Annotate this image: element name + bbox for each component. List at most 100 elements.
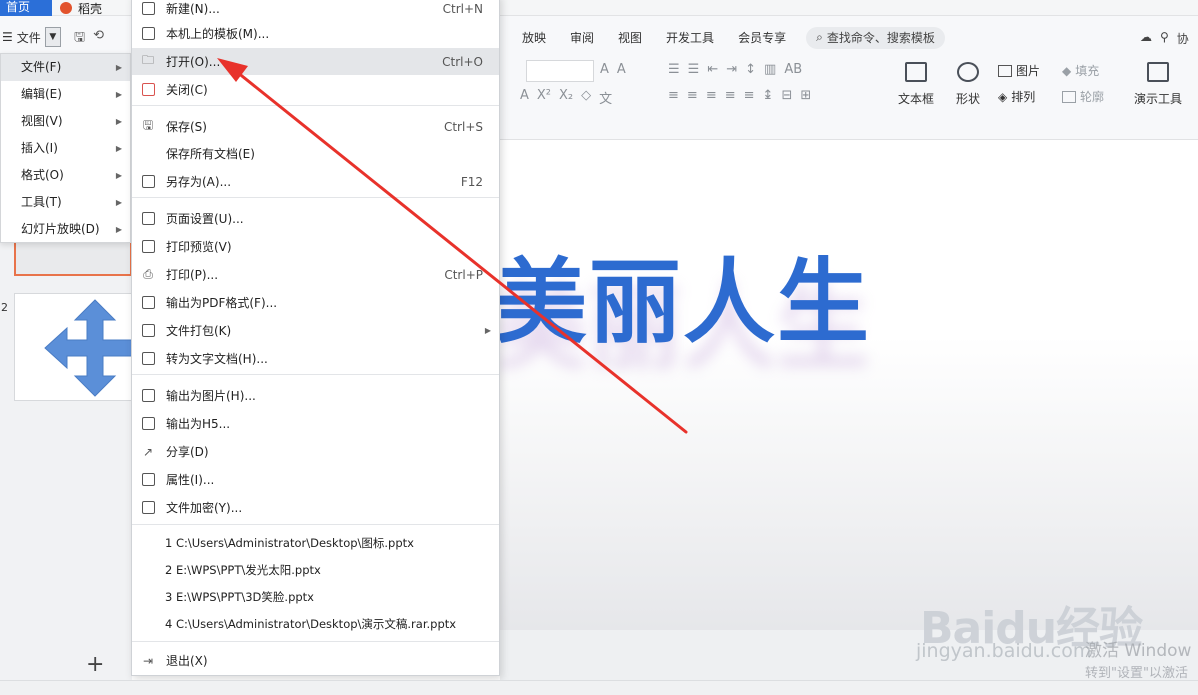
menu-encrypt[interactable]: 文件加密(Y)... [132,494,499,521]
tab-developer[interactable]: 开发工具 [654,26,726,49]
align-center-icon[interactable]: ≡ [687,88,698,103]
arrange-button[interactable]: ◈ 排列 [998,88,1035,105]
save-icon[interactable]: 🖫 [74,28,85,50]
top-right-icons: ☁ ⚲ 协 [1140,30,1189,47]
main-menu: 文件(F) ▶ 编辑(E) ▶ 视图(V) ▶ 插入(I) ▶ 格式(O) ▶ 工具(T)… [0,53,131,243]
shape-button[interactable]: 形状 [956,62,980,107]
line-spacing-icon[interactable]: ↕ [745,62,756,77]
menu-page-setup-label: 页面设置(U)... [166,212,244,226]
menu-local-template[interactable]: 本机上的模板(M)... [132,20,499,47]
tab-view[interactable]: 视图 [606,26,654,49]
superscript-icon[interactable]: X² [537,88,551,107]
pdf-icon [140,295,156,311]
clear-format-icon[interactable]: ◇ [581,88,591,107]
menu-export-pdf[interactable]: 输出为PDF格式(F)... [132,289,499,316]
font-shrink-icon[interactable]: A [617,62,626,77]
image-button[interactable]: 图片 [998,62,1040,79]
presenter-tools-icon [1147,62,1169,82]
chevron-down-icon[interactable]: ▼ [44,27,61,47]
menu-export-image[interactable]: 输出为图片(H)... [132,382,499,409]
menu-open[interactable]: 🗀 打开(O)... Ctrl+O [132,48,499,75]
shape-label: 形状 [956,92,981,106]
recent-file-1[interactable]: 1 C:\Users\Administrator\Desktop\图标.pptx [165,530,414,557]
menu-item-view[interactable]: 视图(V) ▶ [1,108,130,135]
chevron-right-icon: ▶ [115,198,122,207]
menu-page-setup[interactable]: 页面设置(U)... [132,205,499,232]
menu-export-h5[interactable]: 输出为H5... [132,410,499,437]
phonetic-icon[interactable]: 文 [599,88,612,107]
cloud-icon[interactable]: ☁ [1140,30,1152,47]
page-setup-icon [140,211,156,227]
tab-review[interactable]: 审阅 [558,26,606,49]
slide-thumbnail-1[interactable] [14,240,132,276]
outline-label: 轮廓 [1080,90,1105,104]
save-all-icon [140,146,156,162]
subscript-icon[interactable]: X₂ [559,88,573,107]
menu-local-template-label: 本机上的模板(M)... [166,27,270,41]
distribute-icon[interactable]: ≡ [744,88,755,103]
recent-file-4[interactable]: 4 C:\Users\Administrator\Desktop\演示文稿.ra… [165,611,456,638]
slide-thumbnail-2[interactable] [14,293,132,401]
text-direction-icon[interactable]: AB [784,62,802,77]
collaborate-icon[interactable]: ⚲ [1160,30,1169,47]
bullet-list-icon[interactable]: ☰ [668,62,680,77]
tab-home[interactable]: 首页 [0,0,52,16]
menu-new[interactable]: 新建(N)... Ctrl+N [132,0,499,22]
menu-separator [132,197,499,198]
slide-title-text[interactable]: 美丽人生 [495,228,871,361]
recent-file-3[interactable]: 3 E:\WPS\PPT\3D笑脸.pptx [165,584,314,611]
vertical-align-icon[interactable]: ⊟ [781,88,792,103]
smart-shape-icon[interactable]: ⊞ [800,88,811,103]
menu-item-slideshow[interactable]: 幻灯片放映(D) ▶ [1,216,130,243]
slide-main[interactable] [500,140,1198,630]
hamburger-icon: ☰ [2,30,13,44]
presenter-tools-button[interactable]: 演示工具 [1134,62,1182,107]
menu-item-file[interactable]: 文件(F) ▶ [1,54,130,81]
menu-save-as[interactable]: 另存为(A)... F12 [132,168,499,195]
number-list-icon[interactable]: ☰ [688,62,700,77]
command-search[interactable]: ⌕ 查找命令、搜索模板 [806,26,945,49]
image-label: 图片 [1016,64,1041,78]
menu-share[interactable]: ↗ 分享(D) [132,438,499,465]
align-left-icon[interactable]: ≡ [668,88,679,103]
menu-print[interactable]: ⎙ 打印(P)... Ctrl+P [132,261,499,288]
font-color-icon[interactable]: A [520,88,529,107]
menu-separator [132,641,499,642]
format-painter-icon[interactable]: ⟲ [93,28,104,50]
menu-item-file-label: 文件(F) [21,60,62,74]
menu-close[interactable]: 关闭(C) [132,76,499,103]
fill-button[interactable]: ◆ 填充 [1062,62,1099,79]
font-grow-icon[interactable]: A [600,62,609,77]
menu-save-all[interactable]: 保存所有文档(E) [132,140,499,167]
add-slide-button[interactable]: + [86,652,104,677]
menu-exit[interactable]: ⇥ 退出(X) [132,647,499,674]
tab-membership[interactable]: 会员专享 [726,26,798,49]
align-right-icon[interactable]: ≡ [706,88,717,103]
menu-properties[interactable]: 属性(I)... [132,466,499,493]
outline-button[interactable]: 轮廓 [1062,88,1104,105]
menu-save[interactable]: 🖫 保存(S) Ctrl+S [132,113,499,140]
recent-file-2[interactable]: 2 E:\WPS\PPT\发光太阳.pptx [165,557,321,584]
menu-item-insert-label: 插入(I) [21,141,58,155]
indent-increase-icon[interactable]: ⇥ [726,62,737,77]
tab-slideshow[interactable]: 放映 [510,26,558,49]
arrange-label: 排列 [1011,90,1036,104]
file-menu-button[interactable]: ☰ 文件 ▼ [0,26,61,48]
columns-icon[interactable]: ▥ [764,62,776,77]
menu-print-preview[interactable]: 打印预览(V) [132,233,499,260]
menu-item-format[interactable]: 格式(O) ▶ [1,162,130,189]
menu-item-insert[interactable]: 插入(I) ▶ [1,135,130,162]
font-size-box[interactable] [526,60,594,82]
menu-item-edit[interactable]: 编辑(E) ▶ [1,81,130,108]
menu-to-text[interactable]: 转为文字文档(H)... [132,345,499,372]
menu-package[interactable]: 文件打包(K) ▶ [132,317,499,344]
menu-item-tools[interactable]: 工具(T) ▶ [1,189,130,216]
paragraph-spacing-icon[interactable]: ↨ [763,88,774,103]
menu-item-slideshow-label: 幻灯片放映(D) [21,222,100,236]
textbox-button[interactable]: 文本框 [898,62,934,107]
indent-decrease-icon[interactable]: ⇤ [707,62,718,77]
chevron-right-icon: ▶ [115,90,122,99]
image-export-icon [140,388,156,404]
justify-icon[interactable]: ≡ [725,88,736,103]
tab-docer[interactable]: 稻壳 [60,0,102,16]
